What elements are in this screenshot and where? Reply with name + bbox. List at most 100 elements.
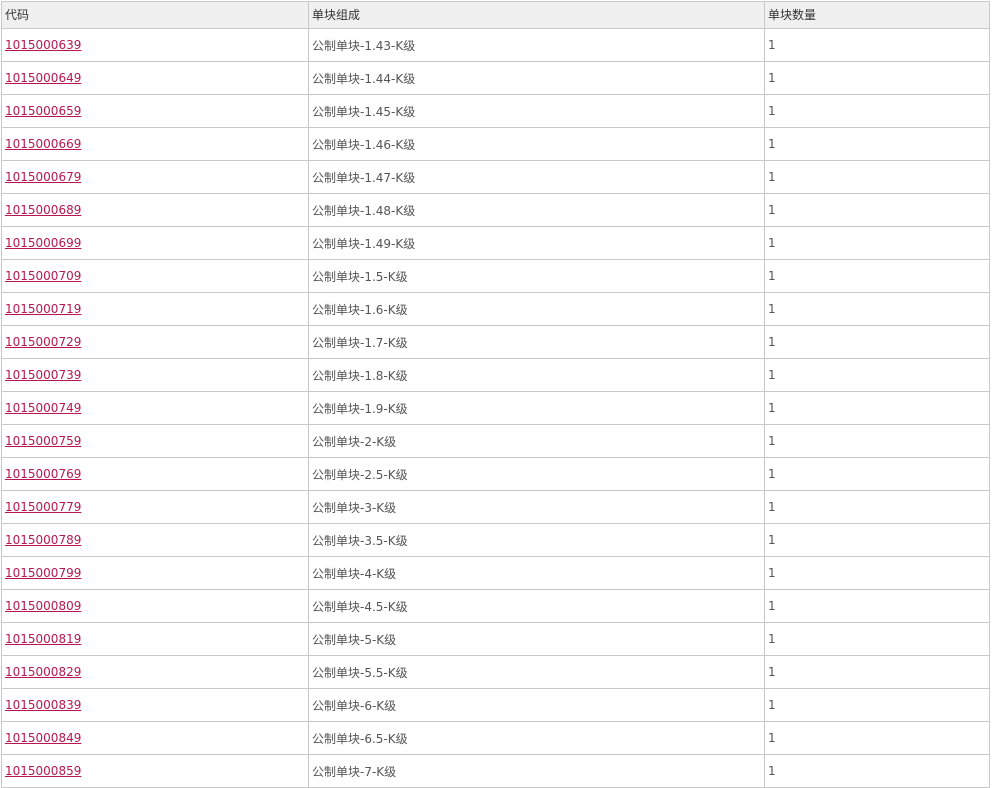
table-row: 1015000809 公制单块-4.5-K级 1 bbox=[1, 589, 990, 623]
cell-composition: 公制单块-6-K级 bbox=[308, 688, 765, 722]
cell-composition: 公制单块-1.9-K级 bbox=[308, 391, 765, 425]
table-row: 1015000669 公制单块-1.46-K级 1 bbox=[1, 127, 990, 161]
code-link[interactable]: 1015000729 bbox=[5, 335, 81, 349]
cell-code: 1015000769 bbox=[1, 457, 309, 491]
cell-code: 1015000709 bbox=[1, 259, 309, 293]
cell-quantity: 1 bbox=[764, 688, 990, 722]
cell-quantity: 1 bbox=[764, 622, 990, 656]
cell-quantity: 1 bbox=[764, 457, 990, 491]
cell-quantity: 1 bbox=[764, 721, 990, 755]
code-link[interactable]: 1015000809 bbox=[5, 599, 81, 613]
column-header-composition: 单块组成 bbox=[308, 1, 765, 29]
cell-composition: 公制单块-5-K级 bbox=[308, 622, 765, 656]
cell-code: 1015000689 bbox=[1, 193, 309, 227]
code-link[interactable]: 1015000799 bbox=[5, 566, 81, 580]
cell-code: 1015000809 bbox=[1, 589, 309, 623]
cell-composition: 公制单块-2.5-K级 bbox=[308, 457, 765, 491]
table-row: 1015000639 公制单块-1.43-K级 1 bbox=[1, 28, 990, 62]
table-row: 1015000649 公制单块-1.44-K级 1 bbox=[1, 61, 990, 95]
cell-composition: 公制单块-1.7-K级 bbox=[308, 325, 765, 359]
table-row: 1015000799 公制单块-4-K级 1 bbox=[1, 556, 990, 590]
table-row: 1015000819 公制单块-5-K级 1 bbox=[1, 622, 990, 656]
cell-quantity: 1 bbox=[764, 556, 990, 590]
code-link[interactable]: 1015000679 bbox=[5, 170, 81, 184]
code-link[interactable]: 1015000819 bbox=[5, 632, 81, 646]
cell-code: 1015000729 bbox=[1, 325, 309, 359]
cell-composition: 公制单块-3-K级 bbox=[308, 490, 765, 524]
code-link[interactable]: 1015000839 bbox=[5, 698, 81, 712]
cell-quantity: 1 bbox=[764, 160, 990, 194]
cell-quantity: 1 bbox=[764, 358, 990, 392]
cell-code: 1015000799 bbox=[1, 556, 309, 590]
cell-code: 1015000639 bbox=[1, 28, 309, 62]
code-link[interactable]: 1015000829 bbox=[5, 665, 81, 679]
table-row: 1015000679 公制单块-1.47-K级 1 bbox=[1, 160, 990, 194]
code-link[interactable]: 1015000739 bbox=[5, 368, 81, 382]
code-link[interactable]: 1015000789 bbox=[5, 533, 81, 547]
cell-code: 1015000669 bbox=[1, 127, 309, 161]
cell-code: 1015000829 bbox=[1, 655, 309, 689]
code-link[interactable]: 1015000709 bbox=[5, 269, 81, 283]
cell-composition: 公制单块-2-K级 bbox=[308, 424, 765, 458]
cell-code: 1015000649 bbox=[1, 61, 309, 95]
cell-quantity: 1 bbox=[764, 325, 990, 359]
cell-composition: 公制单块-1.46-K级 bbox=[308, 127, 765, 161]
cell-quantity: 1 bbox=[764, 589, 990, 623]
cell-quantity: 1 bbox=[764, 193, 990, 227]
table-row: 1015000689 公制单块-1.48-K级 1 bbox=[1, 193, 990, 227]
code-link[interactable]: 1015000749 bbox=[5, 401, 81, 415]
cell-code: 1015000679 bbox=[1, 160, 309, 194]
code-link[interactable]: 1015000669 bbox=[5, 137, 81, 151]
cell-composition: 公制单块-1.43-K级 bbox=[308, 28, 765, 62]
column-header-code: 代码 bbox=[1, 1, 309, 29]
table-row: 1015000759 公制单块-2-K级 1 bbox=[1, 424, 990, 458]
code-link[interactable]: 1015000779 bbox=[5, 500, 81, 514]
cell-composition: 公制单块-1.6-K级 bbox=[308, 292, 765, 326]
cell-composition: 公制单块-1.48-K级 bbox=[308, 193, 765, 227]
cell-quantity: 1 bbox=[764, 490, 990, 524]
table-row: 1015000659 公制单块-1.45-K级 1 bbox=[1, 94, 990, 128]
table-row: 1015000829 公制单块-5.5-K级 1 bbox=[1, 655, 990, 689]
cell-code: 1015000719 bbox=[1, 292, 309, 326]
header-row: 代码 单块组成 单块数量 bbox=[1, 1, 990, 29]
cell-quantity: 1 bbox=[764, 28, 990, 62]
cell-quantity: 1 bbox=[764, 226, 990, 260]
table-row: 1015000789 公制单块-3.5-K级 1 bbox=[1, 523, 990, 557]
cell-composition: 公制单块-6.5-K级 bbox=[308, 721, 765, 755]
code-link[interactable]: 1015000849 bbox=[5, 731, 81, 745]
cell-quantity: 1 bbox=[764, 754, 990, 788]
cell-code: 1015000839 bbox=[1, 688, 309, 722]
table-row: 1015000779 公制单块-3-K级 1 bbox=[1, 490, 990, 524]
cell-composition: 公制单块-5.5-K级 bbox=[308, 655, 765, 689]
code-link[interactable]: 1015000659 bbox=[5, 104, 81, 118]
cell-code: 1015000749 bbox=[1, 391, 309, 425]
cell-code: 1015000819 bbox=[1, 622, 309, 656]
cell-composition: 公制单块-3.5-K级 bbox=[308, 523, 765, 557]
code-link[interactable]: 1015000769 bbox=[5, 467, 81, 481]
cell-quantity: 1 bbox=[764, 655, 990, 689]
table-row: 1015000849 公制单块-6.5-K级 1 bbox=[1, 721, 990, 755]
cell-composition: 公制单块-1.49-K级 bbox=[308, 226, 765, 260]
code-link[interactable]: 1015000639 bbox=[5, 38, 81, 52]
cell-code: 1015000659 bbox=[1, 94, 309, 128]
cell-quantity: 1 bbox=[764, 61, 990, 95]
table-row: 1015000769 公制单块-2.5-K级 1 bbox=[1, 457, 990, 491]
code-link[interactable]: 1015000719 bbox=[5, 302, 81, 316]
block-composition-table: 代码 单块组成 单块数量 1015000639 公制单块-1.43-K级 1 1015… bbox=[1, 1, 990, 788]
code-link[interactable]: 1015000859 bbox=[5, 764, 81, 778]
code-link[interactable]: 1015000759 bbox=[5, 434, 81, 448]
cell-code: 1015000789 bbox=[1, 523, 309, 557]
cell-quantity: 1 bbox=[764, 523, 990, 557]
cell-code: 1015000779 bbox=[1, 490, 309, 524]
table-header: 代码 单块组成 单块数量 bbox=[1, 1, 990, 29]
table-row: 1015000839 公制单块-6-K级 1 bbox=[1, 688, 990, 722]
table-row: 1015000749 公制单块-1.9-K级 1 bbox=[1, 391, 990, 425]
code-link[interactable]: 1015000649 bbox=[5, 71, 81, 85]
table-row: 1015000719 公制单块-1.6-K级 1 bbox=[1, 292, 990, 326]
cell-quantity: 1 bbox=[764, 292, 990, 326]
code-link[interactable]: 1015000699 bbox=[5, 236, 81, 250]
code-link[interactable]: 1015000689 bbox=[5, 203, 81, 217]
cell-quantity: 1 bbox=[764, 127, 990, 161]
cell-quantity: 1 bbox=[764, 94, 990, 128]
cell-composition: 公制单块-1.8-K级 bbox=[308, 358, 765, 392]
